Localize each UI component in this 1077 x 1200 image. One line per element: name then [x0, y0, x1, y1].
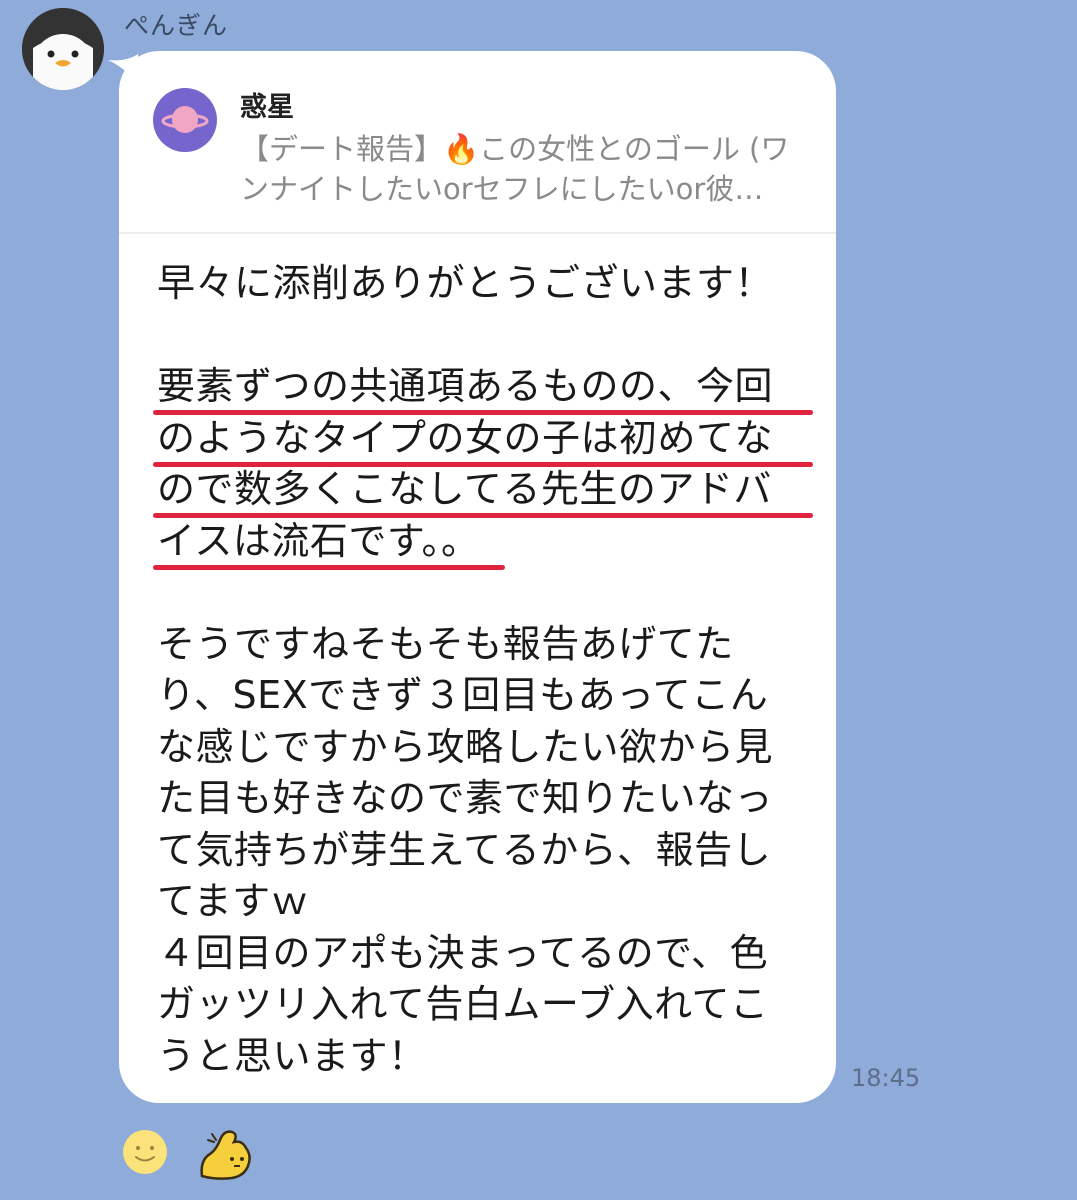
- message-line: うと思います！: [157, 1033, 427, 1078]
- message-line: り、SEXできず３回目もあってこん: [157, 673, 769, 717]
- highlighted-text: 要素ずつの共通項あるものの、今回: [157, 364, 774, 408]
- reaction-smiley[interactable]: [119, 1126, 171, 1178]
- planet-icon: [153, 88, 217, 152]
- quoted-text: 【デート報告】🔥この女性とのゴール (ワンナイトしたいorセフレにしたいor彼…: [240, 132, 790, 206]
- message-text: 早々に添削ありがとうございます！ 要素ずつの共通項あるものの、今回 のようなタイ…: [153, 258, 813, 1082]
- sender-avatar[interactable]: [22, 8, 104, 90]
- message-line: そうですねそもそも報告あげてた: [157, 621, 734, 666]
- message-line: な感じですから攻略したい欲から見: [157, 724, 774, 769]
- quoted-author: 惑星: [240, 92, 294, 123]
- highlighted-text: イスは流石です。。: [157, 518, 480, 563]
- reaction-flex[interactable]: [198, 1126, 258, 1180]
- highlighted-text: ので数多くこなしてる先生のアドバ: [157, 467, 772, 511]
- message-line-highlighted: のようなタイプの女の子は初めてな: [153, 413, 813, 467]
- message-line-blank: [157, 567, 802, 619]
- message-line: た目も好きなので素で知りたいなっ: [157, 776, 774, 820]
- message-line-highlighted: ので数多くこなしてる先生のアドバ: [153, 464, 813, 518]
- message-line: てますｗ: [157, 879, 310, 923]
- message-line: 早々に添削ありがとうございます！: [157, 261, 774, 305]
- message-line: ガッツリ入れて告白ムーブ入れてこ: [157, 982, 769, 1026]
- penguin-icon: [22, 8, 104, 90]
- sender-name: ぺんぎん: [124, 11, 229, 40]
- message-line-blank: [157, 310, 802, 362]
- quoted-message[interactable]: 惑星 【デート報告】🔥この女性とのゴール (ワンナイトしたいorセフレにしたいo…: [119, 51, 836, 234]
- message-line: ４回目のアポも決まってるので、色: [157, 930, 769, 975]
- message-bubble[interactable]: 惑星 【デート報告】🔥この女性とのゴール (ワンナイトしたいorセフレにしたいo…: [119, 51, 836, 1103]
- message-line-highlighted: イスは流石です。。: [153, 516, 802, 570]
- smiley-face-icon: [123, 1130, 167, 1174]
- message-line: て気持ちが芽生えてるから、報告し: [157, 827, 772, 872]
- message-timestamp: 18:45: [851, 1064, 921, 1092]
- message-line-highlighted: 要素ずつの共通項あるものの、今回: [153, 361, 813, 415]
- flexing-arm-icon: [200, 1130, 251, 1180]
- highlighted-text: のようなタイプの女の子は初めてな: [157, 415, 774, 460]
